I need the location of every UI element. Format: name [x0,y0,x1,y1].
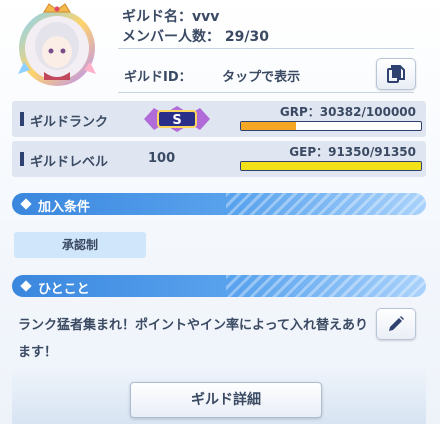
guild-emblem [14,2,100,88]
pencil-icon [389,316,404,331]
join-condition-title: 加入条件 [38,200,91,215]
copy-icon [387,65,405,83]
grp-progress-fill [241,122,296,130]
copy-id-button[interactable] [376,58,416,90]
guild-id-row: ギルドID： タップで表示 [124,66,300,85]
guild-message-text: ランク猛者集まれ！ポイントやイン率によって入れ替えあります！ [18,318,368,360]
guild-level-row: ギルドレベル 100 GEP：91350/91350 [12,141,426,177]
guild-rank-label: ギルドランク [30,115,109,130]
guild-emblem-character-icon [18,3,96,86]
diamond-icon [20,198,32,210]
header-divider [118,48,414,49]
message-header: ひとこと [12,275,426,297]
edit-message-button[interactable] [376,308,416,340]
gep-value: GEP：91350/91350 [289,145,416,159]
row-marker [20,152,24,166]
grp-value: GRP：30382/100000 [279,105,416,119]
guild-detail-button[interactable]: ギルド詳細 [130,382,322,418]
rank-badge-icon: S [142,104,212,134]
guild-rank-row: ギルドランク S GRP：30382/100000 [12,101,426,137]
row-marker [20,112,24,126]
diamond-icon [20,280,32,292]
gep-progress-bar [240,161,422,171]
guild-level-label: ギルドレベル [30,155,109,170]
join-condition-value: 承認制 [14,232,146,258]
guild-id-reveal-link[interactable]: タップで表示 [222,70,300,85]
guild-level-value: 100 [148,151,176,166]
guild-id-label: ギルドID： [124,70,192,85]
message-title: ひとこと [38,282,90,297]
guild-name: ギルド名：vvv [122,9,220,25]
rank-badge-letter: S [172,113,181,128]
guild-info-panel: ギルド名：vvv メンバー人数： 29/30 ギルドID： タップで表示 ギルド… [0,0,440,424]
guild-member-count: メンバー人数： 29/30 [122,29,269,45]
id-divider [118,92,414,93]
join-condition-header: 加入条件 [12,193,426,215]
grp-progress-bar [240,121,422,131]
gep-progress-fill [241,162,421,170]
